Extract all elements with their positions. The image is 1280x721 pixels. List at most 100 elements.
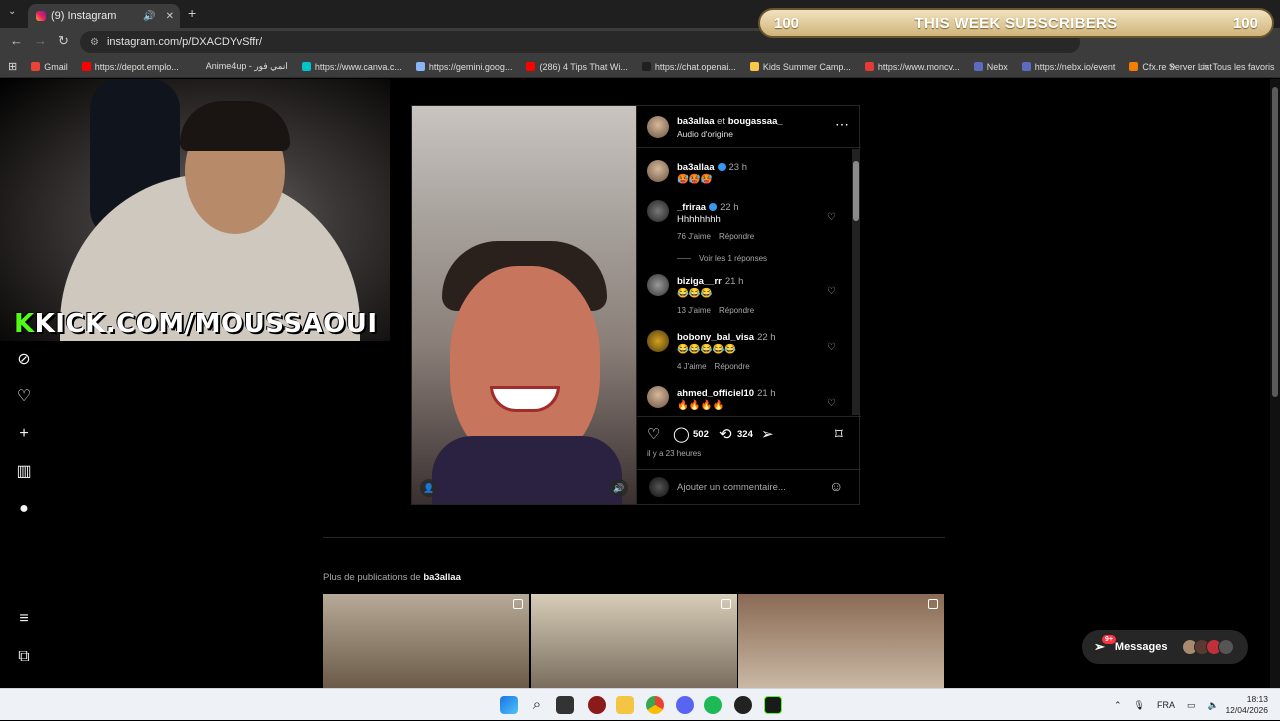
new-tab-button[interactable]: + xyxy=(188,5,196,21)
commenter-avatar[interactable] xyxy=(647,274,669,296)
clock[interactable]: 18:13 12/04/2026 xyxy=(1222,694,1268,716)
reply-link[interactable]: Répondre xyxy=(719,232,754,241)
close-tab-icon[interactable]: ✕ xyxy=(166,11,174,22)
microphone-icon[interactable]: 🎙 xyxy=(1134,700,1145,711)
bookmark-item[interactable]: Anime4up - انمي فور xyxy=(192,61,288,72)
reply-link[interactable]: Répondre xyxy=(719,306,754,315)
dashboard-icon[interactable]: ▥ xyxy=(14,462,34,482)
bookmark-item[interactable]: https://nebx.io/event xyxy=(1021,61,1115,72)
start-icon[interactable] xyxy=(500,696,518,714)
app-icon[interactable] xyxy=(588,696,606,714)
chrome-icon[interactable] xyxy=(646,696,664,714)
file-explorer-icon[interactable] xyxy=(616,696,634,714)
menu-icon[interactable]: ≡ xyxy=(14,609,34,629)
bookmark-item[interactable]: Nebx xyxy=(973,61,1008,72)
like-comment-icon[interactable]: ♡ xyxy=(827,212,836,223)
more-posts-user[interactable]: ba3allaa xyxy=(423,572,461,583)
save-bookmark-icon[interactable]: ⌑ xyxy=(835,425,843,443)
language-indicator[interactable]: FRA xyxy=(1157,700,1175,710)
bookmark-label: Anime4up - انمي فور xyxy=(205,61,288,71)
like-comment-icon[interactable]: ♡ xyxy=(827,398,836,409)
bookmark-item[interactable]: https://gemini.goog... xyxy=(415,61,513,72)
apps-grid-icon[interactable]: ⊞ xyxy=(8,60,17,73)
commenter-avatar[interactable] xyxy=(647,330,669,352)
task-view-icon[interactable] xyxy=(556,696,574,714)
more-post-thumbnail[interactable] xyxy=(738,594,944,688)
commenter-avatar[interactable] xyxy=(647,386,669,408)
bookmark-item[interactable]: Gmail xyxy=(31,61,68,72)
comment-text: Hhhhhhhh xyxy=(677,214,721,225)
more-apps-icon[interactable]: ⧉ xyxy=(14,647,34,667)
bookmark-item[interactable]: https://depot.emplo... xyxy=(81,61,179,72)
like-count: 4 J'aime xyxy=(677,362,707,371)
tagged-users-icon[interactable]: 👤 xyxy=(420,479,438,497)
repost-icon[interactable]: ⟲ xyxy=(719,425,732,443)
discord-icon[interactable] xyxy=(676,696,694,714)
back-icon[interactable]: ← xyxy=(10,33,23,48)
add-comment-input[interactable]: Ajouter un commentaire... xyxy=(677,482,786,493)
kick-app-icon[interactable] xyxy=(764,696,782,714)
like-comment-icon[interactable]: ♡ xyxy=(827,286,836,297)
display-icon[interactable]: ▭ xyxy=(1187,700,1196,711)
obs-icon[interactable] xyxy=(734,696,752,714)
verified-icon xyxy=(717,163,726,172)
system-tray: ⌃ 🎙 FRA ▭ 🔈 xyxy=(1114,689,1219,721)
commenter-name[interactable]: bobony_bal_visa 22 h xyxy=(677,332,776,343)
kick-channel-text: KKICK.COM/MOUSSAOUI xyxy=(14,309,378,339)
more-post-thumbnail[interactable] xyxy=(323,594,529,688)
more-options-icon[interactable]: ⋯ xyxy=(835,116,849,133)
messages-button[interactable]: ➢ 9+ Messages xyxy=(1082,630,1248,664)
view-replies-link[interactable]: Voir les 1 réponses xyxy=(677,254,767,263)
site-info-icon[interactable]: ⚙ xyxy=(90,37,99,48)
post-video[interactable]: 👤 🔊 xyxy=(412,106,636,504)
bookmark-item[interactable]: Kids Summer Camp... xyxy=(749,61,851,72)
commenter-name[interactable]: ba3allaa 23 h xyxy=(677,162,747,173)
bookmark-favicon-icon xyxy=(973,62,983,71)
bookmark-item[interactable]: https://www.canva.c... xyxy=(301,61,402,72)
create-icon[interactable]: + xyxy=(14,424,34,444)
post-time: il y a 23 heures xyxy=(647,449,702,458)
reply-link[interactable]: Répondre xyxy=(715,362,750,371)
comment-icon[interactable]: ◯ xyxy=(673,425,690,443)
commenter-name[interactable]: biziga__rr 21 h xyxy=(677,276,743,287)
volume-tray-icon[interactable]: 🔈 xyxy=(1208,700,1219,711)
bookmark-item[interactable]: (286) 4 Tips That Wi... xyxy=(526,61,628,72)
show-hidden-icons[interactable]: ⌃ xyxy=(1114,700,1122,711)
bookmark-label: https://www.canva.c... xyxy=(314,61,402,72)
search-icon[interactable]: ⌕ xyxy=(528,696,546,714)
volume-icon[interactable]: 🔊 xyxy=(610,479,628,497)
coauthor-name[interactable]: bougassaa_ xyxy=(728,116,783,127)
bookmark-favicon-icon xyxy=(749,62,759,71)
comment-text: 🥵🥵🥵 xyxy=(677,174,713,185)
share-icon[interactable]: ➢ xyxy=(761,425,774,443)
page-scrollbar[interactable] xyxy=(1270,79,1280,688)
more-bookmarks-icon[interactable]: » xyxy=(1170,61,1176,72)
bookmark-label: https://gemini.goog... xyxy=(428,61,513,72)
author-name[interactable]: ba3allaa xyxy=(677,116,715,127)
like-comment-icon[interactable]: ♡ xyxy=(827,342,836,353)
more-post-thumbnail[interactable] xyxy=(531,594,737,688)
commenter-avatar[interactable] xyxy=(647,200,669,222)
tab-instagram[interactable]: (9) Instagram 🔊 ✕ xyxy=(28,4,180,28)
tab-list-icon[interactable]: ⌄ xyxy=(8,6,16,17)
comments-scrollbar[interactable] xyxy=(852,149,860,415)
spotify-icon[interactable] xyxy=(704,696,722,714)
all-favorites-folder[interactable]: ▭ Tous les favoris xyxy=(1200,61,1275,72)
commenter-name[interactable]: ahmed_officiel10 21 h xyxy=(677,388,776,399)
commenter-avatar[interactable] xyxy=(647,160,669,182)
reload-icon[interactable]: ↻ xyxy=(58,33,69,49)
emoji-icon[interactable]: ☺ xyxy=(829,478,843,494)
comment-text: 🔥🔥🔥🔥 xyxy=(677,400,725,411)
speaker-icon[interactable]: 🔊 xyxy=(143,11,155,22)
like-icon[interactable]: ♡ xyxy=(647,425,660,443)
folder-icon: ▭ xyxy=(1200,61,1209,71)
forward-icon[interactable]: → xyxy=(34,33,47,48)
profile-avatar-icon[interactable]: ● xyxy=(14,499,34,519)
commenter-name[interactable]: _friraa 22 h xyxy=(677,202,739,213)
author-avatar[interactable] xyxy=(647,116,669,138)
explore-icon[interactable]: ⊘ xyxy=(14,350,34,370)
bookmark-item[interactable]: https://www.moncv... xyxy=(864,61,960,72)
audio-link[interactable]: Audio d'origine xyxy=(677,129,733,139)
bookmark-item[interactable]: https://chat.openai... xyxy=(641,61,736,72)
notifications-icon[interactable]: ♡ xyxy=(14,387,34,407)
